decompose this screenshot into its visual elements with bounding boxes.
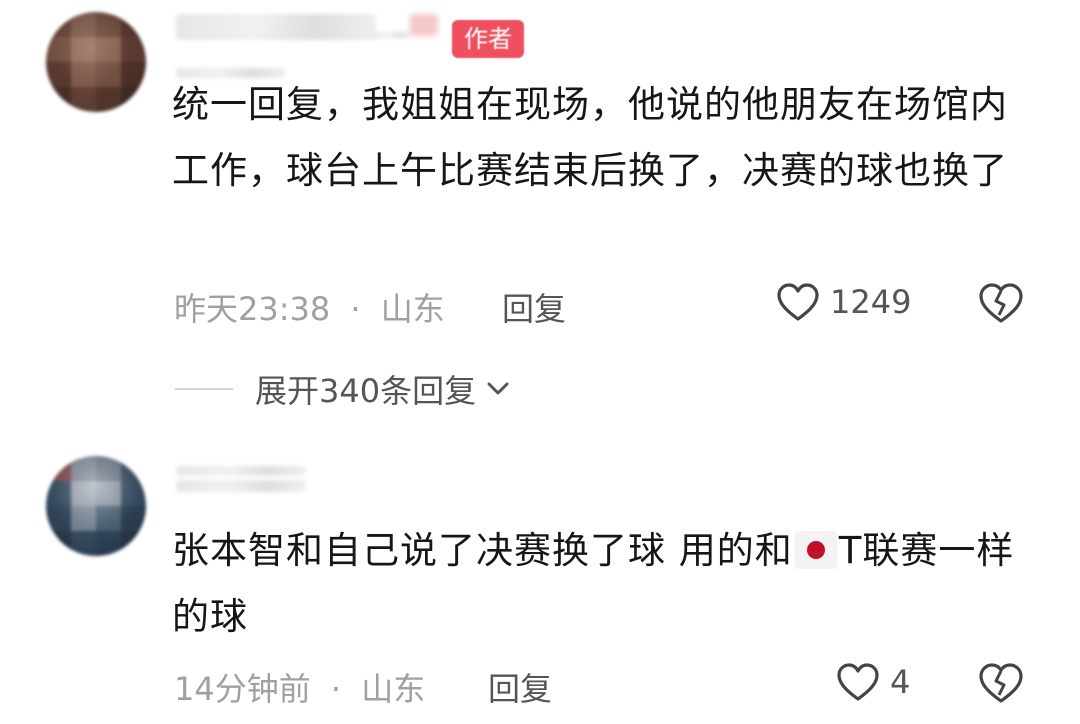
broken-heart-icon[interactable] bbox=[978, 662, 1024, 704]
reply-button[interactable]: 回复 bbox=[488, 664, 552, 710]
comment-meta: 14分钟前 · 山东 bbox=[174, 664, 425, 710]
like-button[interactable]: 4 bbox=[836, 662, 910, 702]
comment-location: 山东 bbox=[380, 290, 445, 328]
expand-replies[interactable]: 展开340条回复 bbox=[175, 366, 510, 412]
username-obscured-2 bbox=[176, 480, 306, 492]
heart-outline-icon bbox=[837, 663, 879, 701]
like-count: 4 bbox=[890, 663, 911, 701]
reply-button[interactable]: 回复 bbox=[502, 284, 566, 330]
heart-outline-icon bbox=[777, 283, 819, 321]
comment-text: 统一回复，我姐姐在现场，他说的他朋友在场馆内工作，球台上午比赛结束后换了，决赛的… bbox=[172, 83, 1008, 192]
comment-location: 山东 bbox=[361, 670, 426, 708]
author-badge: 作者 bbox=[452, 20, 524, 58]
chevron-down-icon bbox=[487, 382, 509, 395]
expand-replies-label: 展开340条回复 bbox=[255, 372, 477, 410]
expand-divider bbox=[175, 388, 233, 390]
comment-meta: 昨天23:38 · 山东 bbox=[174, 284, 445, 330]
like-button[interactable]: 1249 bbox=[776, 282, 911, 322]
comment-text: 张本智和自己说了决赛换了球 用的和 T联赛一样的球 bbox=[172, 518, 1032, 650]
username-obscured[interactable] bbox=[176, 14, 376, 40]
username-obscured[interactable] bbox=[176, 466, 306, 476]
japan-flag-emoji bbox=[794, 531, 837, 569]
username-obscured-tail bbox=[372, 32, 412, 38]
avatar[interactable] bbox=[46, 12, 146, 112]
comment-text-part-1: 张本智和自己说了决赛换了球 用的和 bbox=[172, 529, 793, 572]
comment-time: 14分钟前 bbox=[174, 670, 311, 708]
comment-time: 昨天23:38 bbox=[174, 290, 331, 328]
author-arrow-obscured bbox=[410, 14, 438, 36]
meta-separator: · bbox=[330, 670, 342, 708]
meta-separator: · bbox=[350, 290, 361, 328]
broken-heart-icon[interactable] bbox=[978, 282, 1024, 324]
like-count: 1249 bbox=[830, 283, 912, 321]
avatar[interactable] bbox=[46, 456, 146, 556]
